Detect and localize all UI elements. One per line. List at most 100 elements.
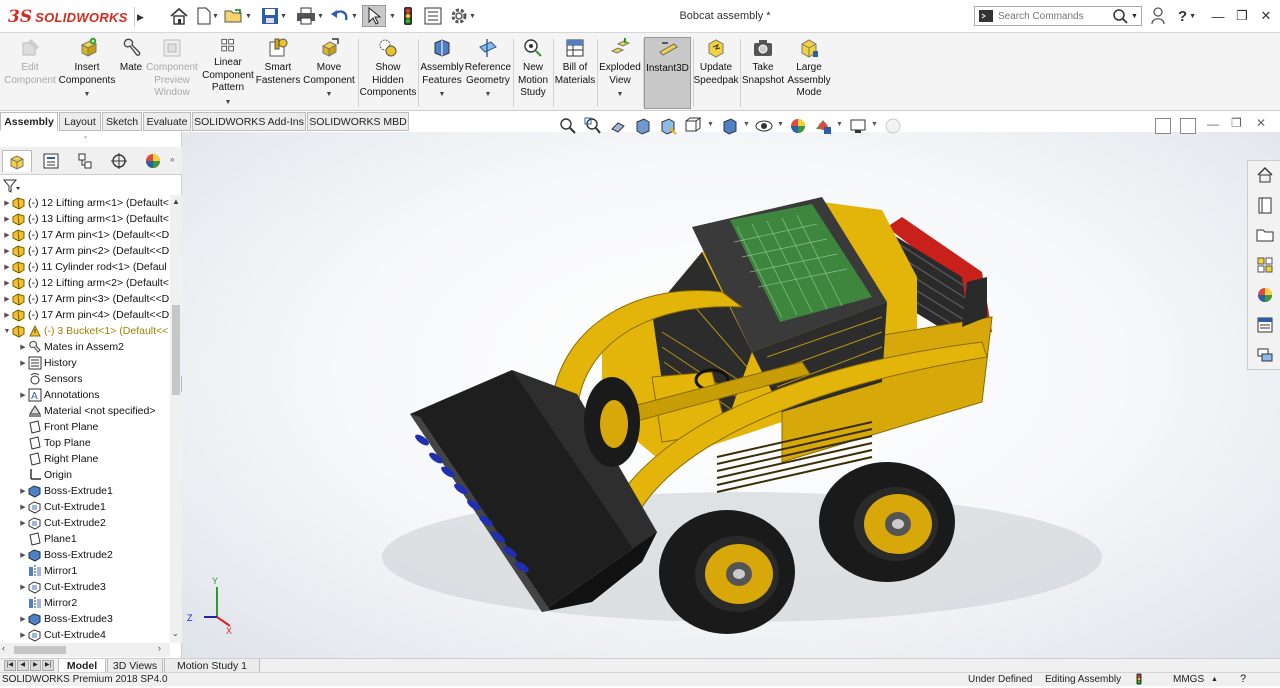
- expand-arrow-icon[interactable]: ▶: [18, 551, 28, 559]
- units-caret-icon[interactable]: ▲: [1211, 676, 1218, 683]
- tree-item[interactable]: ▶ Boss-Extrude3: [18, 611, 113, 627]
- chevron-down-icon[interactable]: ▼: [84, 89, 91, 102]
- solidworks-forum-icon[interactable]: [1254, 344, 1276, 366]
- graphics-area[interactable]: Z Y X: [182, 132, 1280, 658]
- tab-motion-study-1[interactable]: Motion Study 1: [164, 659, 260, 673]
- reference-geometry-button[interactable]: Reference Geometry ▼: [464, 37, 512, 109]
- tab-solidworks-add-ins[interactable]: SOLIDWORKS Add-Ins: [192, 112, 306, 131]
- appearances-scenes-icon[interactable]: [1254, 284, 1276, 306]
- open-icon[interactable]: ▼: [224, 5, 252, 27]
- options-icon[interactable]: ▼: [448, 5, 478, 27]
- minimize-button[interactable]: —: [1206, 6, 1230, 26]
- tab-layout[interactable]: Layout: [59, 112, 101, 131]
- viewport-tile-icon[interactable]: [1155, 118, 1171, 134]
- expand-arrow-icon[interactable]: ▶: [2, 311, 12, 319]
- chevron-down-icon[interactable]: ▼: [836, 121, 843, 128]
- smart-fasteners-button[interactable]: Smart Fasteners: [256, 37, 300, 109]
- search-icon[interactable]: [1112, 8, 1128, 24]
- take-snapshot-button[interactable]: Take Snapshot: [741, 37, 785, 109]
- view-palette-icon[interactable]: [1254, 254, 1276, 276]
- expand-arrow-icon[interactable]: ▶: [18, 359, 28, 367]
- tree-item[interactable]: ▶ Mates in Assem2: [18, 339, 124, 355]
- tree-item[interactable]: Origin: [18, 467, 72, 483]
- help-button[interactable]: ? ▼: [1172, 6, 1202, 26]
- tree-item[interactable]: ▶ (-) 17 Arm pin<1> (Default<<D: [2, 227, 169, 243]
- tree-item[interactable]: ▶ History: [18, 355, 77, 371]
- chevron-down-icon[interactable]: ▼: [439, 89, 446, 102]
- scroll-down-icon[interactable]: ⌄: [172, 629, 179, 638]
- dynamic-annotation-icon[interactable]: [658, 116, 678, 136]
- bill-of-materials-button[interactable]: Bill of Materials: [554, 37, 596, 109]
- vertical-scrollbar[interactable]: ▲ ⌄: [170, 195, 182, 643]
- tab-assembly[interactable]: Assembly: [0, 112, 58, 131]
- view-orientation-icon[interactable]: [683, 116, 703, 136]
- expand-arrow-icon[interactable]: ▶: [18, 503, 28, 511]
- more-tabs-icon[interactable]: »: [170, 155, 174, 164]
- tree-item[interactable]: ▶ (-) 13 Lifting arm<1> (Default<: [2, 211, 169, 227]
- undo-icon[interactable]: ▼: [328, 5, 360, 27]
- close-button[interactable]: ✕: [1254, 6, 1278, 26]
- scroll-up-icon[interactable]: ▲: [172, 197, 180, 206]
- solidworks-resources-icon[interactable]: [1254, 164, 1276, 186]
- tree-item[interactable]: Material <not specified>: [18, 403, 155, 419]
- customize-status-icon[interactable]: ?: [1240, 673, 1246, 685]
- tab-evaluate[interactable]: Evaluate: [143, 112, 191, 131]
- new-document-icon[interactable]: ▼: [194, 5, 222, 27]
- tree-item[interactable]: ▶ Boss-Extrude2: [18, 547, 113, 563]
- next-tab-icon[interactable]: ▶: [29, 660, 42, 671]
- tree-item[interactable]: ▶ Boss-Extrude1: [18, 483, 113, 499]
- chevron-down-icon[interactable]: ▼: [871, 121, 878, 128]
- first-tab-icon[interactable]: |◀: [4, 660, 16, 671]
- zoom-to-fit-icon[interactable]: [558, 116, 578, 136]
- expand-arrow-icon[interactable]: ▶: [2, 279, 12, 287]
- edit-appearance-icon[interactable]: [788, 116, 808, 136]
- viewport-minimize-button[interactable]: —: [1207, 117, 1219, 131]
- menu-flyout-arrow-icon[interactable]: ▶: [134, 7, 144, 27]
- property-manager-tab-icon[interactable]: [36, 150, 66, 172]
- tree-item[interactable]: ▶ (-) 17 Arm pin<4> (Default<<D: [2, 307, 169, 323]
- scroll-right-icon[interactable]: ›: [158, 643, 161, 653]
- tree-item[interactable]: ▶ (-) 17 Arm pin<3> (Default<<D: [2, 291, 169, 307]
- view-settings-icon[interactable]: [848, 116, 868, 136]
- chevron-down-icon[interactable]: ▼: [707, 121, 714, 128]
- rebuild-icon[interactable]: [398, 5, 418, 27]
- chevron-down-icon[interactable]: ▼: [485, 89, 492, 102]
- display-manager-tab-icon[interactable]: [138, 150, 168, 172]
- show-hidden-components-button[interactable]: Show Hidden Components: [360, 37, 416, 109]
- display-style-icon[interactable]: [720, 116, 740, 136]
- search-scope-icon[interactable]: [978, 8, 994, 24]
- expand-arrow-icon[interactable]: ▶: [18, 487, 28, 495]
- tree-item[interactable]: ▶ Cut-Extrude4: [18, 627, 106, 643]
- linear-component-pattern-button[interactable]: Linear Component Pattern ▼: [200, 37, 256, 109]
- tree-item[interactable]: Mirror2: [18, 595, 77, 611]
- tree-item[interactable]: Sensors: [18, 371, 83, 387]
- last-tab-icon[interactable]: ▶|: [42, 660, 54, 671]
- tab-sketch[interactable]: Sketch: [102, 112, 142, 131]
- units-system[interactable]: MMGS: [1173, 674, 1204, 685]
- expand-arrow-icon[interactable]: ▶: [18, 391, 28, 399]
- viewport-restore-button[interactable]: ❐: [1231, 116, 1242, 130]
- expand-arrow-icon[interactable]: ▶: [18, 631, 28, 639]
- expand-arrow-icon[interactable]: ▶: [18, 583, 28, 591]
- chevron-down-icon[interactable]: ▼: [225, 97, 232, 110]
- tree-item[interactable]: Mirror1: [18, 563, 77, 579]
- chevron-down-icon[interactable]: ▼: [743, 121, 750, 128]
- tree-item[interactable]: ▶ (-) 11 Cylinder rod<1> (Defaul: [2, 259, 167, 275]
- hide-show-items-icon[interactable]: [754, 116, 774, 136]
- apply-scene-icon[interactable]: [813, 116, 833, 136]
- tree-item[interactable]: ▶ Cut-Extrude2: [18, 515, 106, 531]
- expand-arrow-icon[interactable]: ▶: [2, 263, 12, 271]
- expand-arrow-icon[interactable]: ▶: [2, 215, 12, 223]
- tab-solidworks-mbd[interactable]: SOLIDWORKS MBD: [307, 112, 409, 131]
- design-library-icon[interactable]: [1254, 194, 1276, 216]
- mate-button[interactable]: Mate: [116, 37, 146, 109]
- search-dropdown-icon[interactable]: ▼: [1131, 13, 1138, 20]
- save-icon[interactable]: ▼: [258, 5, 290, 27]
- configuration-manager-tab-icon[interactable]: [70, 150, 100, 172]
- expand-arrow-icon[interactable]: ▶: [2, 247, 12, 255]
- tab-navigation-arrows[interactable]: |◀ ◀ ▶ ▶|: [4, 660, 54, 671]
- chevron-down-icon[interactable]: ▼: [326, 89, 333, 102]
- tree-item[interactable]: Front Plane: [18, 419, 98, 435]
- expand-arrow-icon[interactable]: ▶: [2, 199, 12, 207]
- bobcat-model-render[interactable]: Z Y X: [182, 132, 1280, 658]
